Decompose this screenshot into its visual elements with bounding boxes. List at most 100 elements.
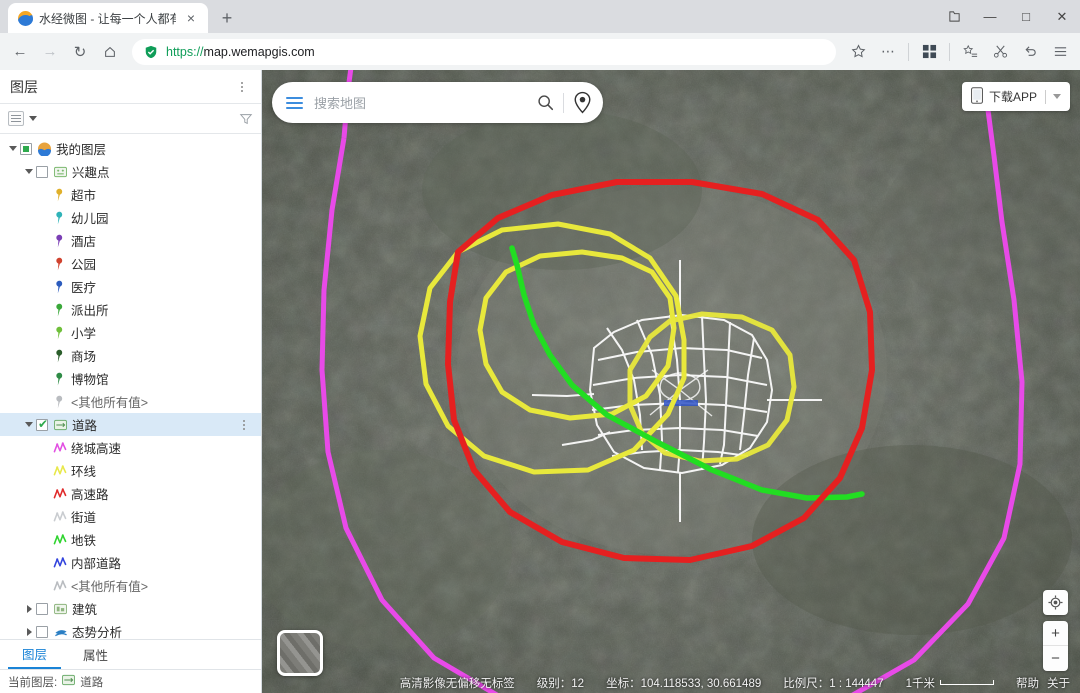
layer-tree-item[interactable]: 环线 [0,459,261,482]
layer-tree-item[interactable]: 道路 [0,413,261,436]
layer-tree-item[interactable]: 绕城高速 [0,436,261,459]
chevron-down-icon[interactable] [29,116,37,121]
list-view-icon[interactable] [8,111,24,126]
new-tab-button[interactable]: + [218,9,236,27]
menu-icon[interactable] [1046,38,1074,66]
address-bar[interactable]: https://map.wemapgis.com [132,38,836,65]
sidebar-tabs: 图层 属性 [0,639,261,669]
maximize-button[interactable]: □ [1008,0,1044,33]
zoom-controls: + − [1043,621,1068,671]
layer-checkbox[interactable] [36,625,48,638]
undo-icon[interactable] [1016,38,1044,66]
line-icon [52,579,67,592]
pin-icon [52,234,67,248]
map-footer-links: 帮助 关于 [1016,675,1070,691]
layer-tree-item[interactable]: <其他所有值> [0,390,261,413]
layer-tree-item[interactable]: 超市 [0,183,261,206]
layer-tree-item-label: 商场 [71,350,97,364]
browser-tab[interactable]: 水经微图 - 让每一个人都有自 × [8,3,208,33]
zoom-in-button[interactable]: + [1043,621,1068,646]
layer-tree-item-label: 地铁 [71,534,97,548]
layer-tree: 我的图层兴趣点超市幼儿园酒店公园医疗派出所小学商场博物馆 <其他所有值> 道路绕城高… [0,134,261,639]
filter-funnel-icon[interactable] [239,112,253,126]
layer-tree-item-label: 医疗 [71,281,97,295]
layer-tree-item[interactable]: 派出所 [0,298,261,321]
layer-tree-item[interactable]: 高速路 [0,482,261,505]
layer-tree-item[interactable]: 态势分析 [0,620,261,639]
sidebar-tab[interactable]: 图层 [8,640,62,669]
locate-me-icon[interactable] [1043,590,1068,615]
kebab-menu-icon[interactable] [235,416,253,434]
pin-icon [52,372,67,386]
layer-checkbox[interactable] [36,165,48,178]
download-app-button[interactable]: 下载APP [961,82,1070,111]
location-pin-icon[interactable] [567,88,597,118]
home-icon[interactable] [96,38,124,66]
pin-icon [52,211,67,225]
layer-tree-item[interactable]: 兴趣点 [0,160,261,183]
download-app-label: 下载APP [988,90,1037,104]
chevron-down-icon[interactable] [1053,94,1061,99]
back-icon[interactable]: ← [6,38,34,66]
layer-tree-item[interactable]: 内部道路 [0,551,261,574]
map-search-bar[interactable]: 搜索地图 [272,82,603,123]
scissors-icon[interactable] [986,38,1014,66]
layer-checkbox[interactable] [20,142,32,155]
layer-tree-item[interactable]: 地铁 [0,528,261,551]
line-icon [52,487,67,500]
minimize-button[interactable]: — [972,0,1008,33]
chevron-right-icon[interactable] [22,604,36,613]
hamburger-icon[interactable] [286,96,303,109]
chevron-down-icon[interactable] [22,169,36,174]
help-link[interactable]: 帮助 [1016,675,1039,691]
layer-tree-item[interactable]: 医疗 [0,275,261,298]
chevron-down-icon[interactable] [22,422,36,427]
layer-tree-item[interactable]: 博物馆 [0,367,261,390]
layer-tree-item-label: 道路 [72,419,98,433]
secure-shield-icon [145,45,157,58]
browser-navbar: ← → ↻ https://map.wemapgis.com ⋯ [0,33,1080,70]
layer-tree-item-label: 幼儿园 [71,212,109,226]
sidebar-header: 图层 [0,70,261,104]
map-status-bar: 高清影像无偏移无标签 级别：12 坐标：104.118533, 30.66148… [262,672,1080,693]
sidebar-toolbar [0,104,261,134]
layer-tree-item[interactable]: 建筑 [0,597,261,620]
collections-window-icon[interactable] [936,0,972,33]
chevron-right-icon[interactable] [22,627,36,636]
collections-icon[interactable] [956,38,984,66]
layer-tree-item[interactable]: 商场 [0,344,261,367]
about-link[interactable]: 关于 [1047,675,1070,691]
layer-checkbox[interactable] [36,417,49,431]
layer-tree-item[interactable]: 酒店 [0,229,261,252]
layer-tree-item[interactable]: <其他所有值> [0,574,261,597]
layer-tree-item[interactable]: 公园 [0,252,261,275]
pin-icon [52,188,67,202]
search-input[interactable]: 搜索地图 [314,93,530,112]
zoom-level: 级别：12 [536,677,585,690]
layer-tree-item[interactable]: 小学 [0,321,261,344]
close-window-button[interactable]: ✕ [1044,0,1080,33]
reload-icon[interactable]: ↻ [66,38,94,66]
scale-bar-label: 1千米 [905,677,935,690]
zoom-out-button[interactable]: − [1043,646,1068,671]
search-icon[interactable] [530,88,560,118]
layer-sidebar: 图层 我的图层兴趣点超市幼儿园酒店公园医疗派出所小学商场博物馆 <其他所有值> 道路… [0,70,262,693]
analysis-icon [53,625,68,638]
map-viewport[interactable]: 搜索地图 下载APP + − 高清影像无偏移无标签 级别：12 坐标：104.1… [262,70,1080,693]
forward-icon[interactable]: → [36,38,64,66]
kebab-menu-icon[interactable] [233,78,251,96]
layer-tree-item[interactable]: 街道 [0,505,261,528]
sidebar-tab[interactable]: 属性 [69,640,122,669]
ellipsis-icon[interactable]: ⋯ [874,38,902,66]
star-icon[interactable] [844,38,872,66]
current-layer-name: 道路 [80,676,104,689]
tab-close-icon[interactable]: × [182,9,200,27]
layer-tree-item-label: 环线 [71,465,97,479]
layer-tree-item[interactable]: 幼儿园 [0,206,261,229]
layer-tree-item[interactable]: 我的图层 [0,137,261,160]
layer-checkbox[interactable] [36,602,48,615]
scale-bar: 1千米 [906,675,994,691]
chevron-down-icon[interactable] [6,146,20,151]
basemap-switcher-thumbnail[interactable] [277,630,323,676]
apps-grid-icon[interactable] [915,38,943,66]
